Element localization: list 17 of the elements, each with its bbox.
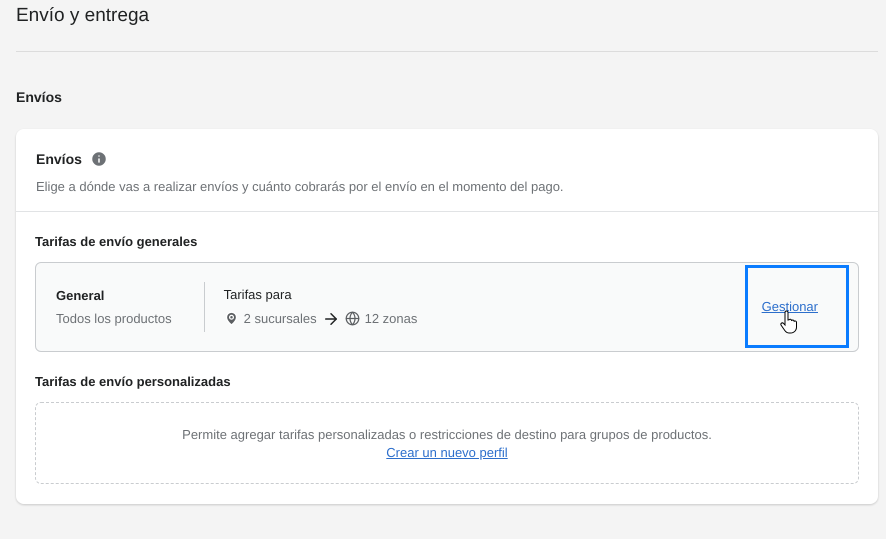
card-title: Envíos [36, 151, 82, 167]
origins-count: 2 sucursales [244, 311, 317, 326]
page-title: Envío y entrega [16, 4, 150, 28]
section-title: Envíos [16, 88, 63, 106]
globe-icon [344, 311, 360, 326]
card-description: Elige a dónde vas a realizar envíos y cuánto cobrarás por el envío en el momento del pago. [36, 178, 565, 196]
custom-rates-title: Tarifas de envío personalizadas [35, 374, 232, 389]
zones-count: 12 zonas [364, 311, 418, 326]
create-profile-link[interactable]: Crear un nuevo perfil [386, 444, 508, 460]
custom-rates-message: Permite agregar tarifas personalizadas o restricciones de destino para grupos de productos. [182, 426, 712, 442]
rates-label: Tarifas para [224, 286, 293, 302]
general-rates-title: Tarifas de envío generales [35, 234, 198, 249]
profile-subtitle: Todos los productos [56, 311, 172, 326]
manage-link[interactable]: Gestionar [762, 299, 818, 314]
profile-name: General [56, 288, 106, 303]
info-icon[interactable] [90, 150, 108, 168]
location-pin-icon [224, 311, 239, 326]
